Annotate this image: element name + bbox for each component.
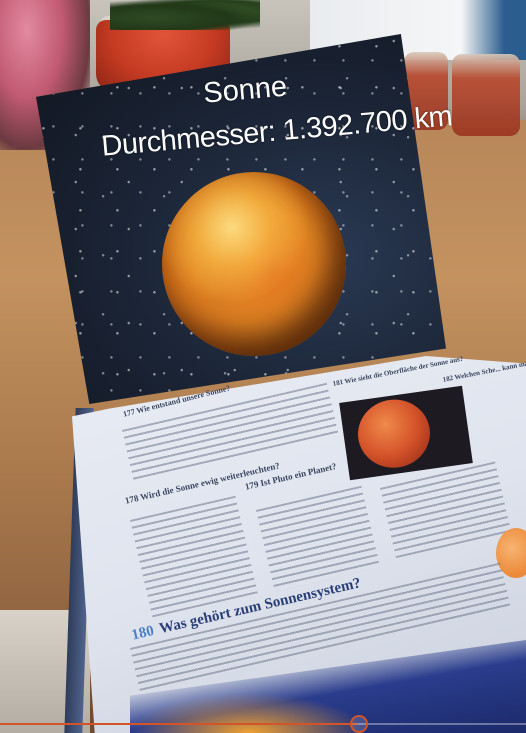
sun-photo-image — [353, 395, 435, 473]
progress-fill — [0, 723, 358, 725]
camera-view: 177 Wie entstand unsere Sonne? 178 Wird … — [0, 0, 526, 733]
glass-jar — [452, 54, 520, 136]
sun-3d-model — [162, 172, 346, 356]
video-progress-bar[interactable] — [0, 715, 526, 733]
scrubber-handle[interactable] — [350, 715, 368, 733]
plant-leaves — [110, 0, 260, 30]
